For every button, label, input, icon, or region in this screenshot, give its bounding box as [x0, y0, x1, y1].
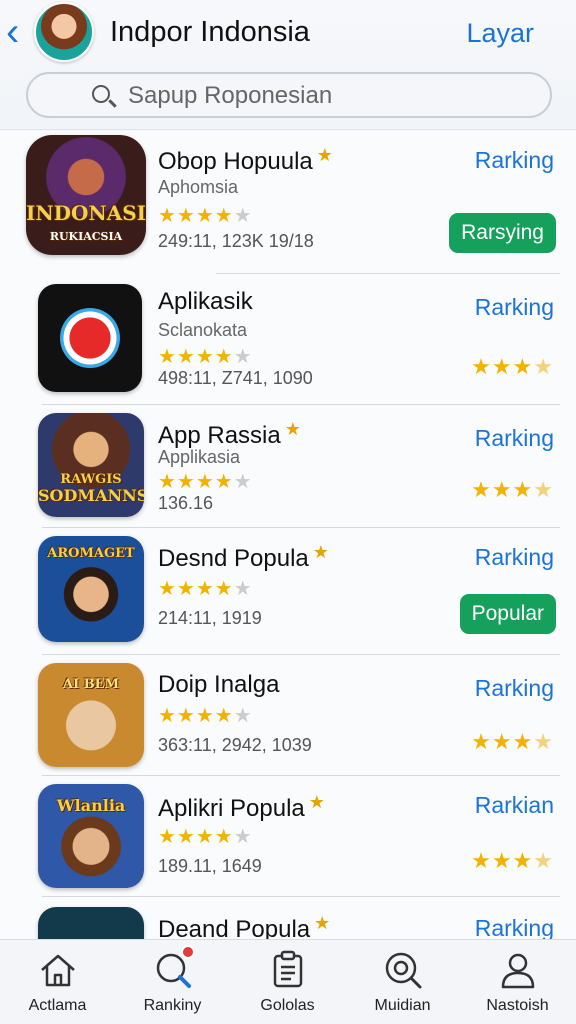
home-icon: [41, 954, 75, 987]
avatar[interactable]: [34, 2, 94, 62]
app-stats: 363:11, 2942, 1039: [158, 735, 312, 755]
list-item[interactable]: AI BEM Doip Inalga ★★★★★ 363:11, 2942, 1…: [0, 655, 576, 775]
tab-label: Muidian: [374, 997, 431, 1014]
status-badge[interactable]: Rarsying: [449, 213, 556, 253]
app-stats: 498:11, Z741, 1090: [158, 368, 313, 388]
app-stats: 136.16: [158, 493, 214, 513]
tab-label: Actlama: [28, 997, 87, 1014]
featured-star-icon: ★: [284, 419, 301, 439]
ranking-link[interactable]: Rarking: [475, 915, 554, 939]
app-icon[interactable]: Wlanlia: [38, 784, 144, 888]
ranking-link[interactable]: Rarking: [475, 544, 554, 571]
ranking-link[interactable]: Rarking: [475, 294, 554, 321]
list-item[interactable]: Deand Popula ★ Rarking: [0, 897, 576, 939]
app-header: ‹ Indpor Indonsia Layar: [0, 0, 576, 130]
list-item[interactable]: RAWGIS SODMANNS App Rassia ★ Applikasia ★…: [0, 405, 576, 527]
app-icon-title: INDONASIA: [26, 201, 146, 225]
search-bar[interactable]: [26, 72, 552, 118]
app-name-text: Desnd Popula: [158, 545, 309, 572]
tab-actlama[interactable]: Actlama: [0, 940, 115, 1024]
tab-label: Nastoish: [486, 997, 549, 1014]
app-icon-title: Wlanlia: [56, 796, 126, 815]
app-subtitle: Aphomsia: [158, 177, 239, 197]
tab-nastoish[interactable]: Nastoish: [460, 940, 575, 1024]
app-icon-subtitle: RUKIACSIA: [49, 230, 123, 243]
list-item[interactable]: AROMAGET Desnd Popula ★ ★★★★★ 214:11, 191…: [0, 528, 576, 654]
ranking-link[interactable]: Rarking: [475, 425, 554, 452]
list-item[interactable]: Wlanlia Aplikri Popula ★ ★★★★★ 189.11, 16…: [0, 776, 576, 896]
tab-rankiny[interactable]: Rankiny: [115, 940, 230, 1024]
app-name: App Rassia ★: [158, 419, 301, 450]
app-name: Desnd Popula ★: [158, 542, 329, 573]
app-name-text: Aplikasik: [158, 288, 253, 315]
app-name: Deand Popula ★: [158, 913, 330, 939]
app-name-text: Doip Inalga: [158, 671, 280, 698]
person-icon: [501, 953, 535, 989]
back-chevron-icon[interactable]: ‹: [6, 12, 36, 54]
app-icon[interactable]: [38, 284, 142, 392]
app-subtitle: Sclanokata: [158, 320, 248, 340]
rating-stars: ★★★★★: [158, 705, 253, 727]
app-name-text: Aplikri Popula: [158, 795, 305, 822]
app-name-text: Deand Popula: [158, 916, 311, 939]
app-name: Doip Inalga: [158, 671, 279, 699]
list-item[interactable]: INDONASIA RUKIACSIA Obop Hopuula★ Aphoms…: [0, 131, 576, 273]
rating-stars: ★★★★★: [158, 471, 253, 493]
search-input[interactable]: [128, 80, 528, 112]
clipboard-icon: [273, 950, 303, 988]
list-item[interactable]: Aplikasik Sclanokata ★★★★★ 498:11, Z741,…: [0, 274, 576, 404]
rating-stars: ★★★★★: [158, 578, 253, 600]
app-stats: 189.11, 1649: [158, 856, 262, 876]
app-name: Obop Hopuula ★: [158, 145, 333, 176]
app-icon[interactable]: INDONASIA RUKIACSIA: [26, 135, 146, 255]
app-list[interactable]: INDONASIA RUKIACSIA Obop Hopuula★ Aphoms…: [0, 131, 576, 939]
app-icon[interactable]: [38, 907, 144, 939]
tab-label: Gololas: [260, 997, 315, 1014]
featured-star-icon: ★: [312, 542, 329, 562]
layar-button[interactable]: Layar: [466, 18, 534, 49]
tab-label: Rankiny: [143, 997, 202, 1014]
tab-gololas[interactable]: Gololas: [230, 940, 345, 1024]
app-icon-subtitle: RAWGIS: [60, 472, 122, 487]
notification-dot: [181, 945, 195, 959]
app-icon-title: SODMANNS: [38, 486, 144, 505]
app-name-text: App Rassia: [158, 422, 281, 449]
featured-star-icon: ★: [314, 913, 331, 933]
bottom-tab-bar: Actlama Rankiny Gololas Muidian Nastoish: [0, 939, 576, 1024]
tab-muidian[interactable]: Muidian: [345, 940, 460, 1024]
app-icon-title: AI BEM: [63, 677, 119, 692]
featured-star-icon: ★: [316, 145, 333, 165]
app-stats: 249:11, 123K 19/18: [158, 231, 314, 251]
record-dot-icon: [60, 308, 120, 368]
right-rating-stars: ★★★★: [471, 477, 554, 502]
rating-stars: ★★★★★: [158, 346, 253, 368]
app-icon[interactable]: AROMAGET: [38, 536, 144, 642]
app-name: Aplikasik: [158, 288, 253, 316]
right-rating-stars: ★★★★: [471, 848, 554, 873]
featured-star-icon: ★: [308, 792, 325, 812]
search-icon: [92, 85, 110, 103]
app-stats: 214:11, 1919: [158, 608, 262, 628]
ranking-link[interactable]: Rarking: [475, 147, 554, 174]
rating-stars: ★★★★★: [158, 826, 253, 848]
app-name-text: Obop Hopuula: [158, 148, 313, 175]
rating-stars: ★★★★★: [158, 205, 253, 227]
app-subtitle: Applikasia: [158, 447, 241, 467]
status-badge[interactable]: Popular: [459, 594, 556, 634]
app-name: Aplikri Popula ★: [158, 792, 325, 823]
right-rating-stars: ★★★★: [471, 729, 554, 754]
app-icon-title: AROMAGET: [47, 546, 135, 561]
app-icon[interactable]: RAWGIS SODMANNS: [38, 413, 144, 517]
ranking-link[interactable]: Rarking: [475, 675, 554, 702]
magnifier-icon: [385, 952, 422, 989]
ranking-link[interactable]: Rarkian: [475, 792, 554, 819]
right-rating-stars: ★★★★: [471, 354, 554, 379]
app-icon[interactable]: AI BEM: [38, 663, 144, 767]
page-title: Indpor Indonsia: [110, 16, 310, 48]
